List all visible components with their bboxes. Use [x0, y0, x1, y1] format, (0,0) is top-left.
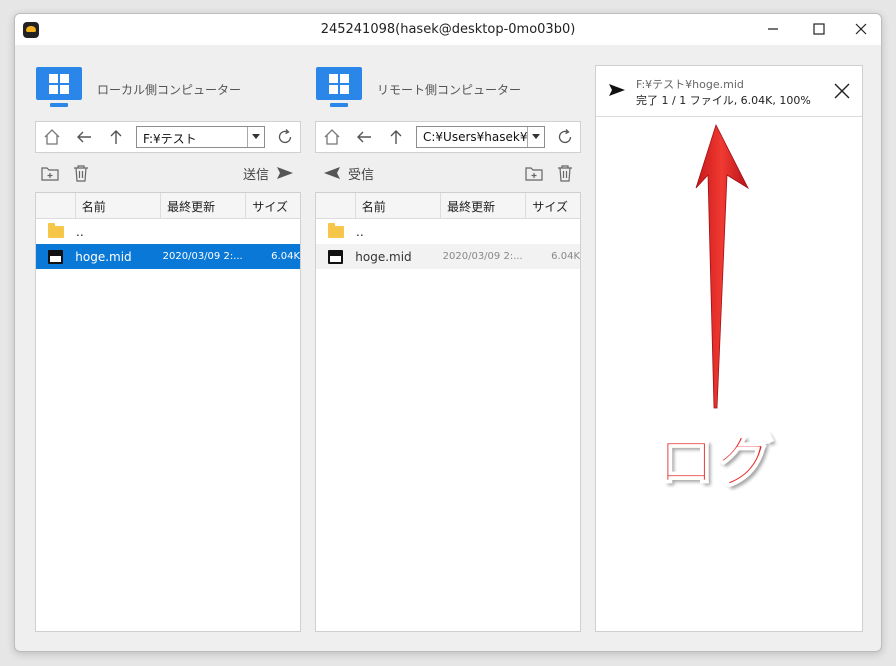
local-home-button[interactable]	[41, 127, 63, 147]
home-icon	[44, 129, 60, 145]
close-icon	[834, 83, 850, 99]
maximize-icon	[813, 23, 825, 35]
local-up-button[interactable]	[105, 127, 127, 147]
remote-refresh-button[interactable]	[554, 127, 576, 147]
remote-nav-bar: C:¥Users¥hasek¥Do	[315, 121, 581, 153]
chevron-down-icon	[252, 134, 260, 139]
file-name: hoge.mid	[75, 249, 132, 264]
folder-icon	[48, 222, 64, 238]
minimize-button[interactable]	[751, 14, 795, 44]
receive-button[interactable]: 受信	[323, 163, 374, 183]
file-name: ..	[76, 224, 84, 239]
remote-new-folder-button[interactable]	[525, 163, 543, 183]
file-size: 6.04K	[271, 251, 300, 262]
remote-delete-button[interactable]	[557, 163, 573, 183]
local-col-modified[interactable]: 最終更新	[161, 193, 247, 218]
local-col-size[interactable]: サイズ	[246, 193, 300, 218]
trash-icon	[74, 165, 88, 182]
arrow-left-icon	[77, 131, 91, 143]
file-name: hoge.mid	[355, 249, 412, 264]
annotation-log-label: ログ	[656, 426, 776, 496]
local-back-button[interactable]	[73, 127, 95, 147]
remote-path-combo[interactable]: C:¥Users¥hasek¥Do	[416, 126, 545, 148]
receive-label: 受信	[348, 167, 375, 183]
annotation-arrow	[695, 123, 750, 409]
remote-col-name[interactable]: 名前	[356, 193, 442, 218]
log-entry: F:¥テスト¥hoge.mid 完了 1 / 1 ファイル, 6.04K, 10…	[596, 66, 862, 117]
send-button[interactable]: 送信	[243, 163, 294, 183]
trash-icon	[558, 165, 572, 182]
remote-file-list[interactable]: 名前 最終更新 サイズ .. hoge.mid 2020/03/09 2:...…	[315, 192, 581, 632]
windows-monitor-icon	[315, 67, 363, 111]
remote-path-value: C:¥Users¥hasek¥Do	[423, 130, 545, 144]
midi-file-icon	[328, 249, 344, 264]
minimize-icon	[768, 28, 778, 30]
local-new-folder-button[interactable]	[41, 163, 59, 183]
remote-row-parent[interactable]: ..	[316, 219, 580, 244]
new-folder-icon	[41, 167, 59, 181]
file-name: ..	[356, 224, 364, 239]
local-row-parent[interactable]: ..	[36, 219, 300, 244]
receive-arrow-icon	[324, 167, 340, 179]
log-entry-status: 完了 1 / 1 ファイル, 6.04K, 100%	[636, 94, 811, 107]
new-folder-icon	[525, 167, 543, 181]
remote-home-button[interactable]	[321, 127, 343, 147]
local-path-combo[interactable]: F:¥テスト	[136, 126, 265, 148]
local-path-value: F:¥テスト	[143, 132, 197, 146]
remote-col-modified[interactable]: 最終更新	[441, 193, 527, 218]
local-col-icon	[36, 193, 76, 218]
remote-column-header: 名前 最終更新 サイズ	[316, 193, 580, 219]
refresh-icon	[278, 129, 292, 144]
log-entry-path: F:¥テスト¥hoge.mid	[636, 78, 744, 91]
file-modified: 2020/03/09 2:...	[162, 251, 243, 262]
midi-file-icon	[48, 249, 64, 264]
remote-panel-title: リモート側コンピューター	[377, 82, 522, 97]
close-icon	[855, 23, 867, 35]
send-label: 送信	[243, 167, 270, 183]
remote-path-dropdown-button[interactable]	[527, 127, 544, 147]
send-arrow-icon	[277, 167, 294, 179]
send-arrow-icon	[609, 84, 625, 96]
remote-toolbar: 受信	[315, 161, 581, 185]
local-nav-bar: F:¥テスト	[35, 121, 301, 153]
refresh-icon	[558, 129, 572, 144]
local-col-name[interactable]: 名前	[76, 193, 162, 218]
log-entry-close-button[interactable]	[832, 81, 852, 101]
local-refresh-button[interactable]	[274, 127, 296, 147]
arrow-up-icon	[110, 130, 122, 144]
title-bar: 245241098(hasek@desktop-0mo03b0)	[15, 14, 881, 45]
local-panel-title: ローカル側コンピューター	[97, 82, 242, 97]
close-window-button[interactable]	[839, 14, 881, 44]
local-toolbar: 送信	[35, 161, 301, 185]
folder-icon	[328, 222, 344, 238]
local-column-header: 名前 最終更新 サイズ	[36, 193, 300, 219]
local-panel-header: ローカル側コンピューター	[35, 66, 241, 112]
remote-row-hoge-mid[interactable]: hoge.mid 2020/03/09 2:... 6.04K	[316, 244, 580, 269]
windows-monitor-icon	[35, 67, 83, 111]
arrow-up-icon	[390, 130, 402, 144]
remote-panel-header: リモート側コンピューター	[315, 66, 521, 112]
remote-col-size[interactable]: サイズ	[526, 193, 580, 218]
local-row-hoge-mid[interactable]: hoge.mid 2020/03/09 2:... 6.04K	[36, 244, 300, 269]
local-file-list[interactable]: 名前 最終更新 サイズ .. hoge.mid 2020/03/09 2:...…	[35, 192, 301, 632]
chevron-down-icon	[532, 134, 540, 139]
local-path-dropdown-button[interactable]	[247, 127, 264, 147]
remote-back-button[interactable]	[353, 127, 375, 147]
arrow-left-icon	[357, 131, 371, 143]
remote-up-button[interactable]	[385, 127, 407, 147]
file-modified: 2020/03/09 2:...	[442, 251, 523, 262]
home-icon	[324, 129, 340, 145]
maximize-button[interactable]	[797, 14, 841, 44]
remote-col-icon	[316, 193, 356, 218]
local-delete-button[interactable]	[73, 163, 89, 183]
file-size: 6.04K	[551, 251, 580, 262]
